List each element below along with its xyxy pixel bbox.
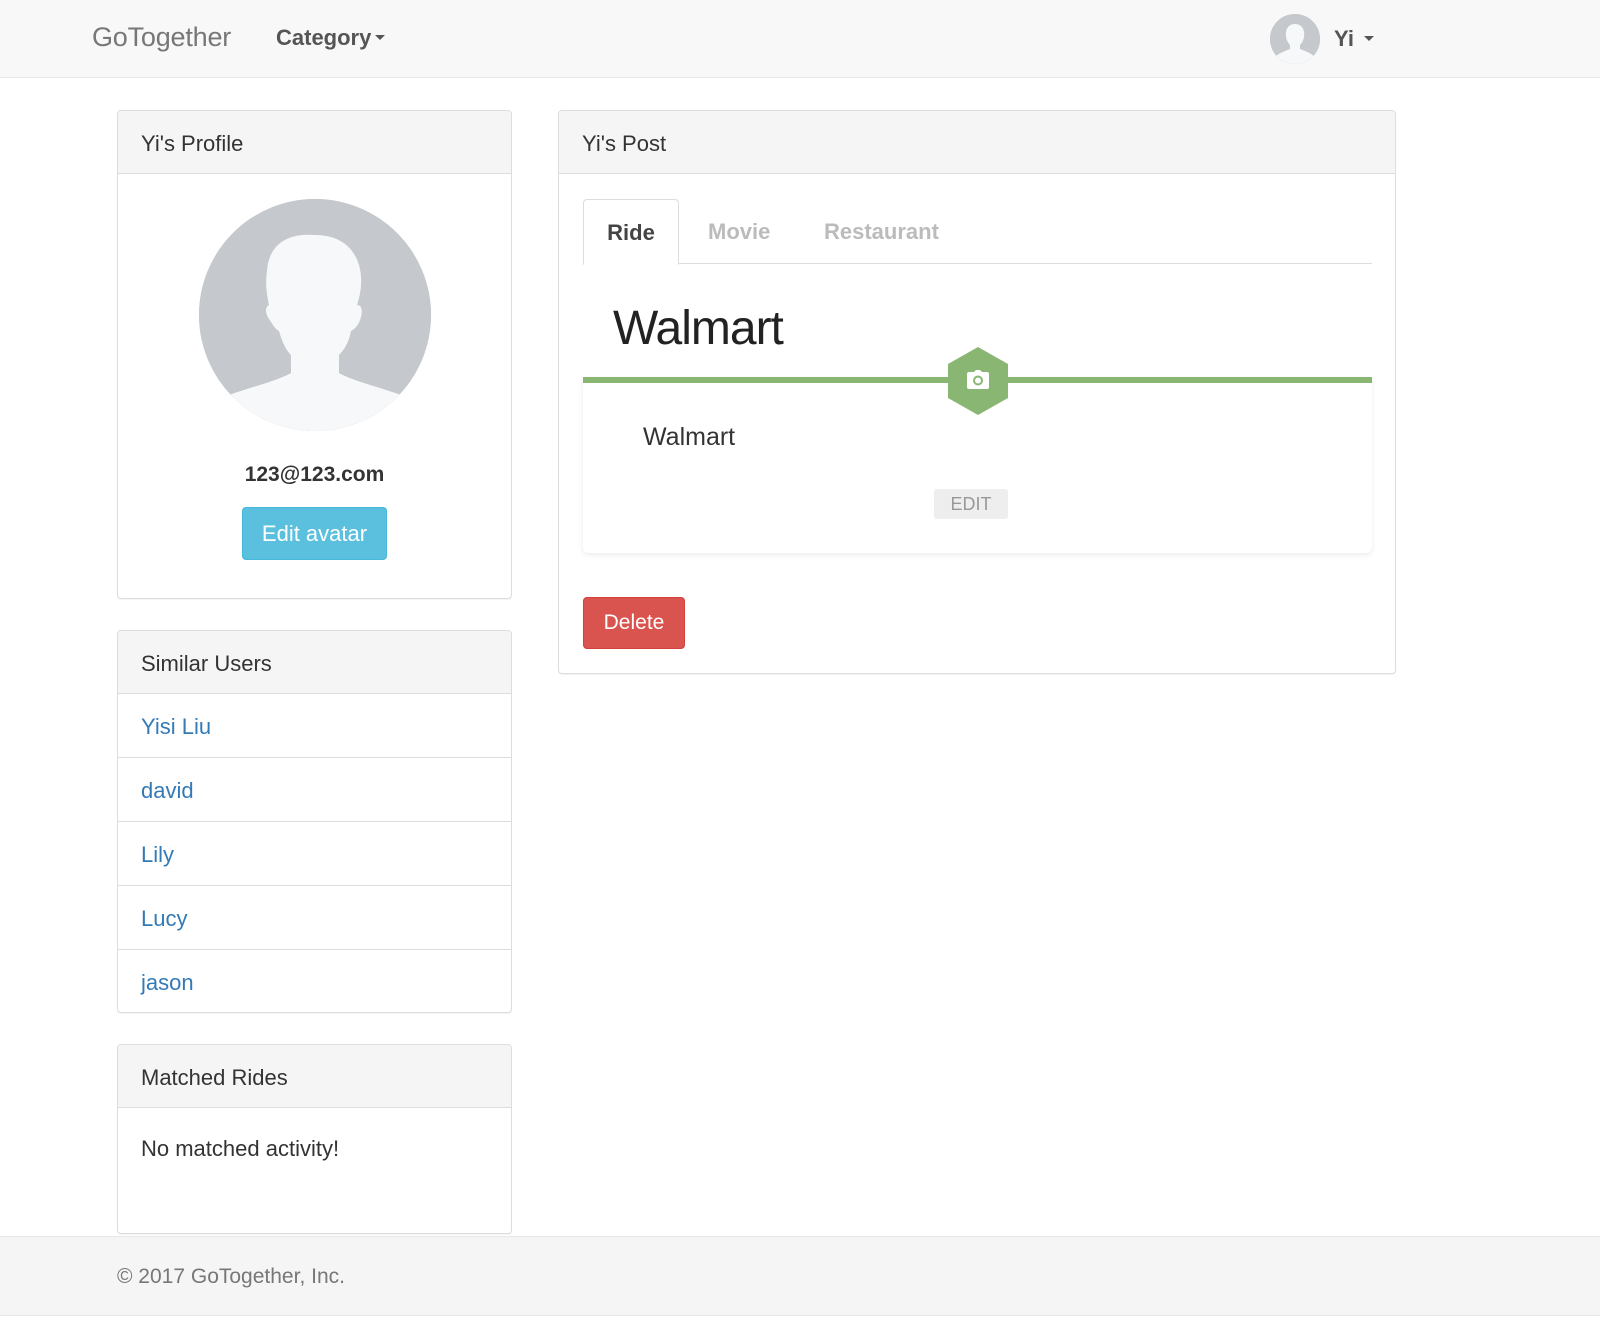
profile-avatar-icon (199, 199, 431, 431)
brand-logo[interactable]: GoTogether (92, 22, 231, 53)
matched-rides-heading: Matched Rides (118, 1045, 511, 1108)
profile-panel: Yi's Profile 123@123.com Edit avatar (117, 110, 512, 599)
camera-icon[interactable] (948, 347, 1008, 415)
similar-users-panel: Similar Users Yisi Liu david Lily Lucy j… (117, 630, 512, 1013)
matched-rides-empty-text: No matched activity! (141, 1136, 340, 1161)
footer-copyright: © 2017 GoTogether, Inc. (117, 1265, 345, 1288)
post-card: Walmart EDIT (583, 347, 1372, 553)
tab-movie[interactable]: Movie (708, 199, 770, 264)
similar-user-link[interactable]: Yisi Liu (118, 694, 511, 758)
user-name: Yi (1334, 26, 1375, 52)
tab-restaurant[interactable]: Restaurant (824, 199, 939, 264)
page-footer: © 2017 GoTogether, Inc. (0, 1236, 1600, 1316)
matched-rides-panel: Matched Rides No matched activity! (117, 1044, 512, 1234)
post-panel: Yi's Post Ride Movie Restaurant Walmart … (558, 110, 1396, 674)
edit-avatar-button[interactable]: Edit avatar (242, 507, 387, 560)
profile-email: 123@123.com (244, 463, 385, 486)
profile-heading: Yi's Profile (118, 111, 511, 174)
similar-users-heading: Similar Users (118, 631, 511, 694)
caret-down-icon (1364, 36, 1375, 42)
top-navbar: GoTogether Category Yi (0, 0, 1600, 78)
category-dropdown[interactable]: Category (276, 25, 386, 51)
tab-ride[interactable]: Ride (583, 199, 679, 265)
edit-post-button[interactable]: EDIT (934, 489, 1008, 519)
post-tabs: Ride Movie Restaurant (583, 199, 1372, 265)
similar-user-link[interactable]: Lily (118, 822, 511, 886)
similar-user-link[interactable]: david (118, 758, 511, 822)
post-card-text: Walmart (643, 423, 736, 451)
category-label: Category (276, 25, 372, 50)
caret-down-icon (375, 35, 386, 41)
similar-user-link[interactable]: Lucy (118, 886, 511, 950)
post-heading: Yi's Post (559, 111, 1395, 174)
delete-post-button[interactable]: Delete (583, 597, 685, 649)
similar-user-link[interactable]: jason (118, 950, 511, 1014)
post-title: Walmart (613, 302, 784, 355)
user-avatar-icon (1270, 14, 1320, 64)
